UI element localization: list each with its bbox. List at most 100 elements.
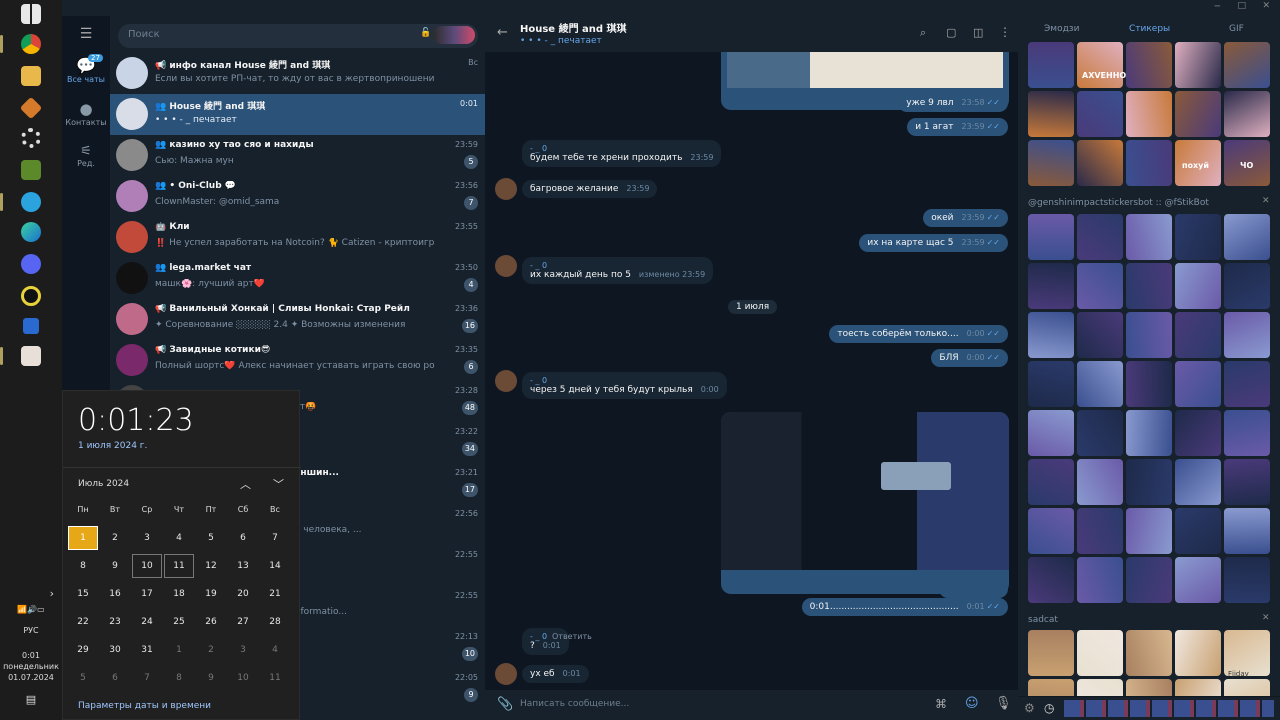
outgoing-message[interactable]: 0:01....................................… xyxy=(801,598,1008,616)
sidebar-toggle-icon[interactable]: ◫ xyxy=(973,26,983,39)
minecraft-icon[interactable] xyxy=(21,160,41,180)
search-icon[interactable]: ⌕ xyxy=(920,26,926,40)
calendar-day[interactable]: 11 xyxy=(261,667,289,689)
calendar-day[interactable]: 4 xyxy=(261,639,289,661)
sticker[interactable] xyxy=(1224,557,1270,603)
sticker[interactable] xyxy=(1175,557,1221,603)
sticker[interactable] xyxy=(1077,459,1123,505)
conversation-title[interactable]: House 綾門 and 琪琪 xyxy=(520,20,627,35)
sticker[interactable] xyxy=(1126,508,1172,554)
sticker[interactable] xyxy=(1224,263,1270,309)
folder-edit[interactable]: ⚟ Ред. xyxy=(62,144,110,168)
outgoing-message[interactable]: тоесть соберём только.... 0:00 ✓✓ xyxy=(829,325,1008,343)
remove-pack-icon[interactable]: ✕ xyxy=(1262,196,1270,206)
sticker[interactable] xyxy=(1028,42,1074,88)
chevron-up-icon[interactable]: ︿ xyxy=(240,476,251,492)
sticker[interactable] xyxy=(1175,312,1221,358)
month-title[interactable]: Июль 2024 xyxy=(78,479,129,489)
tab-emoji[interactable]: Эмодзи xyxy=(1044,24,1079,34)
sticker[interactable] xyxy=(1077,312,1123,358)
calendar-day[interactable]: 30 xyxy=(101,639,129,661)
sticker[interactable] xyxy=(1175,91,1221,137)
bot-commands-icon[interactable]: ⌘ xyxy=(935,697,947,711)
calendar-day[interactable]: 16 xyxy=(101,583,129,605)
sticker[interactable] xyxy=(1175,459,1221,505)
tray-weekday[interactable]: понедельник xyxy=(0,661,62,672)
chat-item[interactable]: 👥 казино ху тао сяо и нахиды Сью: Мажна м… xyxy=(110,135,485,176)
photo-app-icon[interactable] xyxy=(21,346,41,366)
folder-contacts[interactable]: ● Контакты xyxy=(62,100,110,127)
sticker[interactable] xyxy=(1028,410,1074,456)
sticker[interactable] xyxy=(1224,508,1270,554)
app-icon-yellow[interactable] xyxy=(21,286,41,306)
lock-icon[interactable]: 🔓 xyxy=(420,28,431,38)
story-avatars[interactable] xyxy=(433,26,475,44)
sender-avatar[interactable] xyxy=(495,255,517,277)
microphone-icon[interactable]: 🎙 xyxy=(995,696,1012,711)
edge-icon[interactable] xyxy=(21,222,41,242)
calendar-day[interactable]: 10 xyxy=(132,554,162,578)
windows-start-icon[interactable] xyxy=(21,4,41,24)
calendar-day[interactable]: 23 xyxy=(101,611,129,633)
sticker[interactable] xyxy=(1126,557,1172,603)
reply-label[interactable]: Ответить xyxy=(552,632,592,641)
calendar-day[interactable]: 6 xyxy=(101,667,129,689)
calendar-day[interactable]: 17 xyxy=(133,583,161,605)
sticker[interactable] xyxy=(1077,557,1123,603)
calendar-day[interactable]: 8 xyxy=(69,555,97,577)
sticker[interactable] xyxy=(1224,91,1270,137)
discord-icon[interactable] xyxy=(21,254,41,274)
close-icon[interactable]: ✕ xyxy=(1262,1,1270,11)
sticker[interactable] xyxy=(1175,214,1221,260)
tray-language[interactable]: РУС xyxy=(0,625,62,636)
incoming-message[interactable]: багровое желание 23:59 xyxy=(522,180,658,198)
calendar-day[interactable]: 11 xyxy=(164,554,194,578)
sticker[interactable] xyxy=(1028,361,1074,407)
sticker[interactable] xyxy=(1077,263,1123,309)
calendar-day[interactable]: 4 xyxy=(165,527,193,549)
chat-item[interactable]: 🤖 Кли ‼️ Не успел заработать на Notcoin? … xyxy=(110,217,485,258)
calendar-day[interactable]: 13 xyxy=(229,555,257,577)
calendar-day[interactable]: 22 xyxy=(69,611,97,633)
sticker[interactable] xyxy=(1224,312,1270,358)
settings-gear-icon[interactable] xyxy=(21,128,41,148)
calendar-day[interactable]: 8 xyxy=(165,667,193,689)
minimize-icon[interactable]: ─ xyxy=(1215,2,1220,12)
sender-avatar[interactable] xyxy=(495,370,517,392)
sticker[interactable] xyxy=(1224,459,1270,505)
outgoing-message[interactable]: уже 9 лвл 23:58 ✓✓ xyxy=(898,94,1008,112)
calendar-day[interactable]: 26 xyxy=(197,611,225,633)
sticker[interactable] xyxy=(1126,459,1172,505)
chat-item[interactable]: 👥 lega.market чат машк🌸: лучший арт❤️ 23:5… xyxy=(110,258,485,299)
sender-avatar[interactable] xyxy=(495,663,517,685)
recent-stickers-icon[interactable]: ◷ xyxy=(1044,701,1054,715)
sticker[interactable] xyxy=(1028,459,1074,505)
calendar-day[interactable]: 27 xyxy=(229,611,257,633)
message-input[interactable]: Написать сообщение... xyxy=(520,699,629,709)
calendar-day[interactable]: 14 xyxy=(261,555,289,577)
menu-icon[interactable]: ☰ xyxy=(62,26,110,42)
remove-sadcat-icon[interactable]: ✕ xyxy=(1262,613,1270,623)
sticker[interactable] xyxy=(1126,410,1172,456)
sticker[interactable] xyxy=(1224,410,1270,456)
incoming-message[interactable]: - _ 0 через 5 дней у тебя будут крылья 0:0… xyxy=(522,372,727,399)
telegram-icon[interactable] xyxy=(21,192,41,212)
video-chat-icon[interactable]: ▢ xyxy=(946,26,956,39)
incoming-message[interactable]: - _ 0 Ответить? 0:01 xyxy=(522,628,592,655)
sticker-set-thumbs[interactable] xyxy=(1064,700,1274,717)
calendar-day[interactable]: 3 xyxy=(133,527,161,549)
calendar-day[interactable]: 2 xyxy=(101,527,129,549)
clock-date[interactable]: 1 июля 2024 г. xyxy=(78,441,147,451)
app-icon-blue[interactable] xyxy=(23,318,39,334)
sticker[interactable] xyxy=(1175,508,1221,554)
sticker[interactable] xyxy=(1028,508,1074,554)
calendar-day[interactable]: 15 xyxy=(69,583,97,605)
outgoing-message[interactable]: и 1 агат 23:59 ✓✓ xyxy=(907,118,1008,136)
sticker[interactable] xyxy=(1224,42,1270,88)
calendar-day[interactable]: 19 xyxy=(197,583,225,605)
sticker[interactable] xyxy=(1126,140,1172,186)
sticker-settings-icon[interactable]: ⚙ xyxy=(1024,701,1035,715)
calendar-day[interactable]: 9 xyxy=(101,555,129,577)
notification-icon[interactable]: ▤ xyxy=(0,694,62,705)
calendar-day[interactable]: 1 xyxy=(68,526,98,550)
